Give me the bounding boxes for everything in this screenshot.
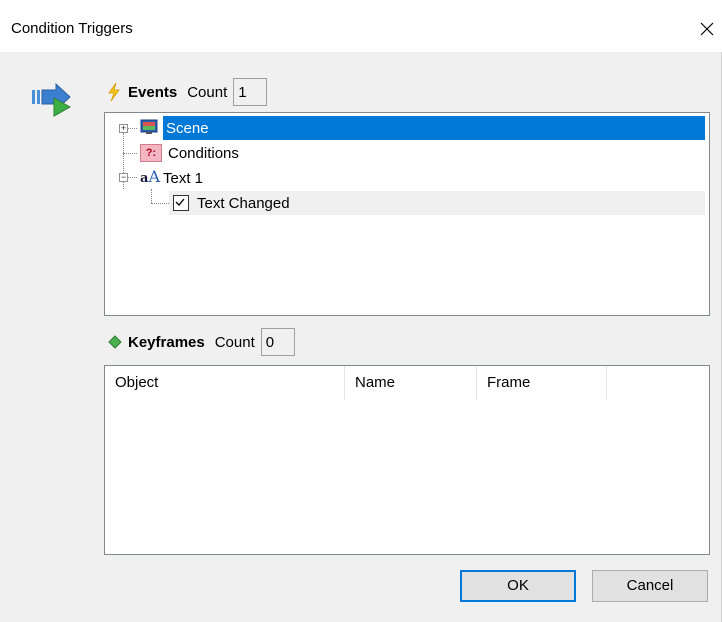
trigger-arrow-icon — [32, 82, 72, 117]
lightning-icon — [108, 82, 120, 102]
check-icon — [175, 198, 185, 206]
close-icon — [700, 22, 714, 36]
events-header: Events Count 1 — [106, 78, 268, 106]
expand-scene-toggle[interactable]: + — [119, 124, 128, 133]
window-title: Condition Triggers — [11, 20, 133, 37]
tree-item-label: Text Changed — [197, 194, 290, 212]
column-header-name[interactable]: Name — [345, 366, 477, 400]
keyframes-label: Keyframes — [128, 333, 205, 351]
tree-item-label: Conditions — [168, 144, 239, 162]
events-label: Events — [128, 83, 178, 101]
checkbox[interactable] — [173, 195, 189, 211]
column-header-object[interactable]: Object — [105, 366, 345, 400]
text-object-icon: aA — [140, 167, 160, 187]
tree-connector — [127, 128, 137, 129]
cancel-button[interactable]: Cancel — [592, 570, 708, 602]
column-header-frame[interactable]: Frame — [477, 366, 607, 400]
events-count-label: Count — [187, 83, 228, 101]
tree-item-text-changed[interactable]: Text Changed — [169, 191, 705, 215]
tree-connector — [123, 153, 137, 154]
events-tree[interactable]: + − Scene ?: Conditions aA Text 1 Text C… — [104, 112, 710, 316]
conditions-icon: ?: — [140, 144, 162, 162]
keyframe-diamond-icon — [108, 335, 122, 349]
collapse-text1-toggle[interactable]: − — [119, 173, 128, 182]
tree-connector — [151, 203, 169, 204]
keyframes-count-label: Count — [214, 333, 255, 351]
keyframes-count-field[interactable]: 0 — [260, 328, 295, 356]
tree-connector — [151, 189, 152, 203]
tree-item-text1[interactable]: aA Text 1 — [140, 166, 440, 190]
title-bar: Condition Triggers — [0, 0, 722, 52]
tree-item-conditions[interactable]: ?: Conditions — [140, 141, 440, 165]
list-header: Object Name Frame — [105, 366, 709, 400]
tree-item-label: Text 1 — [163, 169, 204, 187]
tree-connector — [127, 177, 137, 178]
tree-item-scene[interactable]: Scene — [163, 116, 705, 140]
tree-item-label: Scene — [166, 119, 209, 137]
close-button[interactable] — [692, 12, 722, 46]
keyframes-header: Keyframes Count 0 — [108, 328, 295, 356]
events-count-field[interactable]: 1 — [233, 78, 268, 106]
scene-icon — [140, 119, 158, 134]
ok-button[interactable]: OK — [460, 570, 576, 602]
keyframes-list[interactable]: Object Name Frame — [104, 365, 710, 555]
